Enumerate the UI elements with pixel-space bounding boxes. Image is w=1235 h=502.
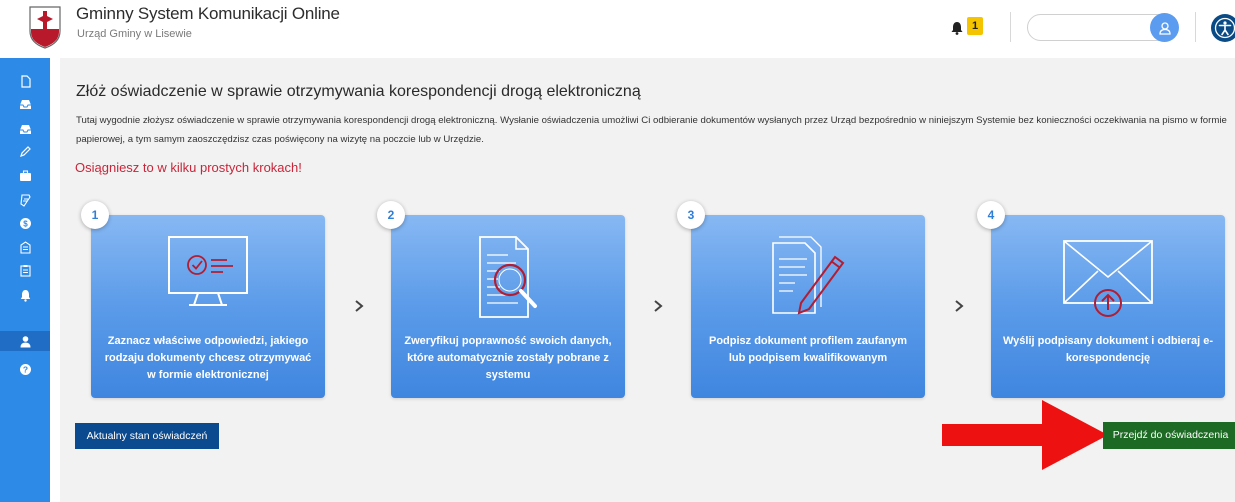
- inbox-out-icon: [19, 124, 31, 134]
- svg-text:?: ?: [22, 364, 27, 374]
- briefcase-icon: [19, 169, 31, 181]
- step-number-4: 4: [977, 201, 1005, 229]
- help-icon: ?: [19, 363, 31, 375]
- sidebar-item-notifications[interactable]: [0, 285, 50, 305]
- sidebar-item-institutions[interactable]: [0, 237, 50, 257]
- sidebar-item-profile[interactable]: [0, 331, 50, 351]
- pencil-icon: [19, 145, 31, 157]
- step-text: Wyślij podpisany dokument i odbieraj e-k…: [1002, 335, 1214, 364]
- notification-badge[interactable]: 1: [967, 17, 983, 35]
- bell-icon[interactable]: [950, 21, 964, 35]
- divider: [1195, 12, 1196, 42]
- step-card-2: Zweryfikuj poprawność swoich danych, któ…: [391, 215, 625, 398]
- step-text: Zaznacz właściwe odpowiedzi, jakiego rod…: [104, 335, 312, 381]
- sidebar-item-cases[interactable]: [0, 165, 50, 185]
- document-new-icon: [20, 74, 31, 88]
- chevron-right-icon: [955, 300, 964, 312]
- sidebar-item-inbox[interactable]: [0, 94, 50, 114]
- monitor-checkmark-icon: [168, 236, 248, 306]
- top-bar: Gminny System Komunikacji Online Urząd G…: [0, 0, 1235, 58]
- chevron-right-icon: [355, 300, 364, 312]
- user-icon: [1158, 21, 1171, 35]
- go-to-statement-button[interactable]: Przejdź do oświadczenia: [1103, 422, 1235, 449]
- page-title: Złóż oświadczenie w sprawie otrzymywania…: [76, 83, 641, 100]
- sidebar-item-outbox[interactable]: [0, 119, 50, 139]
- steps-heading: Osiągniesz to w kilku prostych krokach!: [75, 160, 302, 175]
- step-text: Podpisz dokument profilem zaufanym lub p…: [708, 335, 908, 364]
- chevron-right-icon: [654, 300, 663, 312]
- step-card-1: Zaznacz właściwe odpowiedzi, jakiego rod…: [91, 215, 325, 398]
- red-arrow-annotation: [942, 400, 1108, 470]
- step-card-4: Wyślij podpisany dokument i odbieraj e-k…: [991, 215, 1225, 398]
- sidebar-item-tasks[interactable]: [0, 260, 50, 280]
- accessibility-button[interactable]: [1211, 14, 1235, 42]
- sidebar-item-fees[interactable]: $: [0, 213, 50, 233]
- user-icon: [20, 335, 30, 347]
- user-menu-button[interactable]: [1150, 13, 1179, 42]
- step-number-3: 3: [677, 201, 705, 229]
- coin-icon: $: [19, 217, 31, 229]
- sidebar-item-help[interactable]: ?: [0, 359, 50, 379]
- sidebar: $ ?: [0, 58, 50, 502]
- receipt-icon: [19, 193, 31, 207]
- envelope-upload-icon: [1063, 240, 1153, 317]
- divider: [1010, 12, 1011, 42]
- accessibility-icon: [1214, 17, 1235, 39]
- inbox-icon: [19, 99, 31, 109]
- sidebar-item-new-document[interactable]: [0, 71, 50, 91]
- document-magnifier-icon: [479, 236, 537, 318]
- coat-of-arms-logo[interactable]: [28, 5, 62, 49]
- building-icon: [19, 240, 31, 254]
- sidebar-item-payments[interactable]: [0, 190, 50, 210]
- document-pen-icon: [772, 236, 845, 315]
- app-title: Gminny System Komunikacji Online: [76, 4, 340, 23]
- clipboard-icon: [19, 264, 31, 277]
- app-subtitle: Urząd Gminy w Lisewie: [77, 28, 192, 40]
- step-number-2: 2: [377, 201, 405, 229]
- step-card-3: Podpisz dokument profilem zaufanym lub p…: [691, 215, 925, 398]
- step-text: Zweryfikuj poprawność swoich danych, któ…: [404, 335, 612, 381]
- svg-text:$: $: [23, 219, 28, 228]
- statement-status-button[interactable]: Aktualny stan oświadczeń: [75, 423, 219, 449]
- intro-text: Tutaj wygodnie złożysz oświadczenie w sp…: [76, 115, 1227, 145]
- step-number-1: 1: [81, 201, 109, 229]
- sidebar-item-edit[interactable]: [0, 141, 50, 161]
- bell-icon: [20, 289, 30, 302]
